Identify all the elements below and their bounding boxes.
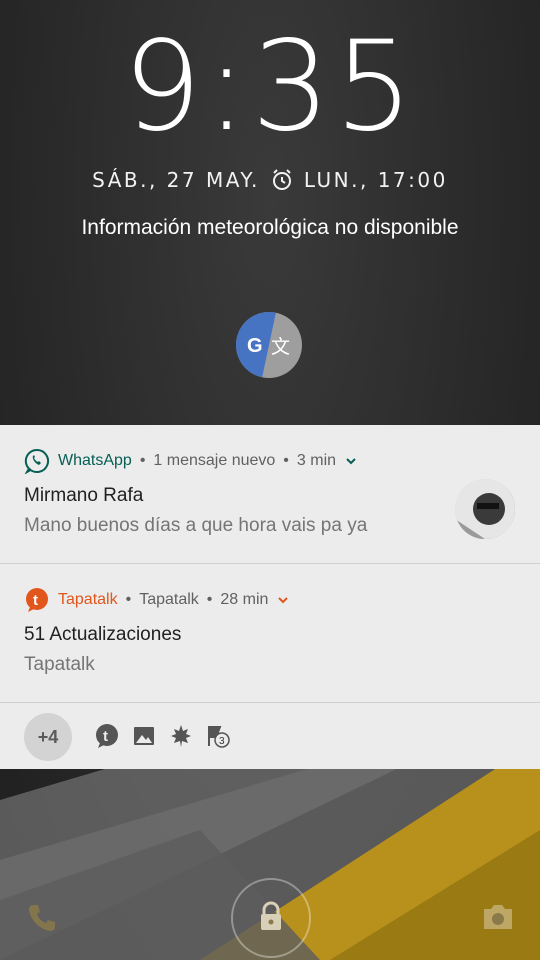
app-name: Tapatalk [58, 591, 118, 608]
svg-text:t: t [103, 728, 108, 745]
tapatalk-icon: t [94, 723, 120, 749]
separator-dot: • [206, 591, 213, 608]
next-alarm: LUN., 17:00 [303, 168, 448, 192]
app-name: WhatsApp [58, 452, 132, 469]
svg-text:文: 文 [271, 336, 290, 358]
notification-time: 3 min [296, 452, 337, 469]
notification-time: 28 min [220, 591, 269, 608]
more-notifications-badge[interactable]: +4 [24, 713, 72, 761]
weather-status: Información meteorológica no disponible [81, 216, 459, 239]
date-line: SÁB., 27 MAY. LUN., 17:00 [0, 168, 540, 192]
notification-panel: WhatsApp • 1 mensaje nuevo • 3 min Mirma… [0, 425, 540, 769]
notification-meta: 1 mensaje nuevo [153, 452, 276, 469]
notification-title: 51 Actualizaciones [24, 624, 182, 645]
overflow-row[interactable]: +4 t 3 [0, 703, 540, 769]
lock-icon [258, 901, 284, 936]
notification-whatsapp[interactable]: WhatsApp • 1 mensaje nuevo • 3 min Mirma… [0, 425, 540, 564]
leaf-icon [168, 723, 194, 749]
notification-title: Mirmano Rafa [24, 485, 144, 506]
separator-dot: • [139, 452, 146, 469]
unlock-button[interactable] [231, 878, 311, 958]
chevron-down-icon[interactable] [276, 593, 290, 607]
notification-tapatalk[interactable]: t Tapatalk • Tapatalk • 28 min 51 Actual… [0, 564, 540, 703]
image-icon [131, 723, 157, 749]
camera-icon[interactable] [481, 902, 515, 932]
flag-badge-icon: 3 [205, 723, 231, 749]
chevron-down-icon[interactable] [344, 454, 358, 468]
overflow-icons: t 3 [94, 723, 231, 749]
clock: 9:35 [122, 15, 418, 159]
notification-meta: Tapatalk [139, 591, 199, 608]
notification-body: Tapatalk [24, 654, 95, 675]
svg-text:t: t [33, 592, 38, 609]
separator-dot: • [125, 591, 132, 608]
whatsapp-icon [24, 448, 50, 475]
tapatalk-icon: t [24, 587, 50, 613]
flag-badge-count: 3 [219, 736, 225, 747]
notification-body: Mano buenos días a que hora vais pa ya [24, 515, 368, 536]
avatar [455, 479, 515, 539]
notification-header: t Tapatalk • Tapatalk • 28 min [24, 586, 290, 614]
svg-text:G: G [247, 335, 263, 357]
separator-dot: • [283, 452, 289, 469]
alarm-icon [270, 168, 294, 192]
google-translate-icon[interactable]: G 文 [236, 312, 302, 378]
notification-header: WhatsApp • 1 mensaje nuevo • 3 min [24, 447, 358, 475]
phone-icon[interactable] [26, 902, 58, 934]
date: SÁB., 27 MAY. [92, 168, 260, 192]
